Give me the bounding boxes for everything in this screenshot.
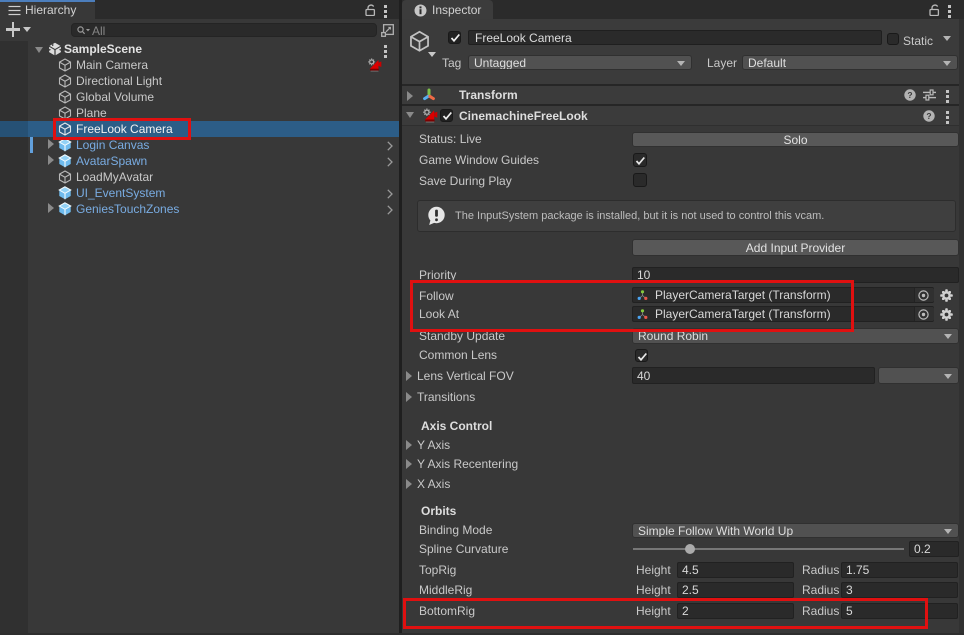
svg-text:?: ?	[926, 111, 931, 121]
svg-text:?: ?	[907, 90, 912, 100]
